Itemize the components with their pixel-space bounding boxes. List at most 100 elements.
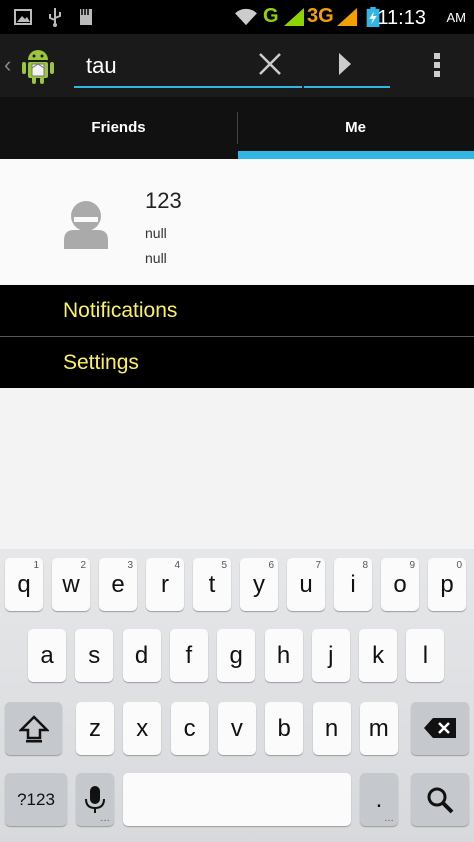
key-t-hint: 5 [221,560,227,571]
status-bar: G 3G 11:13 AM [0,0,474,34]
key-o[interactable]: o9 [381,558,419,611]
key-a-label: a [40,642,54,669]
key-f[interactable]: f [169,629,208,682]
menu-item-settings-label: Settings [63,351,139,374]
backspace-key[interactable] [411,702,469,755]
key-y[interactable]: y6 [240,558,278,611]
key-q-hint: 1 [33,560,39,571]
network-g-label: G [263,5,279,27]
key-j-label: j [328,642,334,669]
clock-time: 11:13 [377,7,426,29]
shift-icon [17,715,50,743]
key-o-hint: 9 [409,560,415,571]
key-j[interactable]: j [311,629,350,682]
sd-card-icon [80,9,92,25]
close-icon [259,53,281,75]
key-y-hint: 6 [268,560,274,571]
tab-me-label: Me [345,119,366,136]
key-s-label: s [88,642,101,669]
clear-search-button[interactable] [248,42,292,86]
key-s[interactable]: s [75,629,114,682]
more-vert-icon [434,53,440,77]
key-h[interactable]: h [264,629,303,682]
key-w[interactable]: w2 [52,558,90,611]
key-i[interactable]: i8 [334,558,372,611]
period-key[interactable]: .… [360,773,398,826]
key-g[interactable]: g [217,629,256,682]
tab-me[interactable]: Me [237,97,474,159]
tab-friends-label: Friends [91,119,146,136]
menu-item-settings[interactable]: Settings [0,337,474,388]
up-navigation-button[interactable]: ‹ [0,40,60,92]
tab-friends[interactable]: Friends [0,97,237,159]
key-x-label: x [136,715,149,742]
usb-icon [49,8,61,27]
profile-name: 123 [145,188,182,213]
key-g-label: g [229,642,243,669]
overflow-menu-button[interactable] [420,40,456,88]
profile-detail-2: null [145,250,167,266]
key-m[interactable]: m [359,702,398,755]
search-submit-underline [304,86,390,88]
microphone-icon [85,786,105,813]
key-h-label: h [276,642,291,669]
soft-keyboard: q 1 w 2 e 3 r 4 t 5 y 6 u 7 i 8 o 9 p 0 a s d f g h j k l z x c v b n m ?123… [0,549,474,842]
network-3g-label: 3G [307,5,334,27]
key-d-label: d [134,642,149,669]
avatar-icon [64,201,108,249]
tab-selected-indicator [238,151,474,159]
key-r[interactable]: r4 [146,558,184,611]
key-m-label: m [368,715,389,742]
key-i-hint: 8 [362,560,368,571]
key-k[interactable]: k [359,629,398,682]
signal-strength-3g-icon [337,8,357,26]
space-key[interactable] [123,773,351,826]
voice-input-hint-dots: … [100,813,110,824]
symbols-key[interactable]: ?123 [5,773,67,826]
period-key-hint: … [384,813,394,824]
key-b[interactable]: b [265,702,304,755]
key-p-hint: 0 [456,560,462,571]
android-app-icon [22,50,54,84]
key-q[interactable]: q1 [5,558,43,611]
key-p[interactable]: p0 [428,558,466,611]
key-n-label: n [324,715,339,742]
key-n[interactable]: n [312,702,351,755]
key-u[interactable]: u7 [287,558,325,611]
key-x[interactable]: x [123,702,162,755]
menu-item-notifications-label: Notifications [63,299,178,322]
clock-ampm: AM [446,10,467,25]
key-a[interactable]: a [28,629,66,682]
menu-item-notifications[interactable]: Notifications [0,285,474,336]
profile-detail-1: null [145,225,167,241]
key-b-label: b [277,715,291,742]
key-e[interactable]: e3 [99,558,137,611]
backspace-icon [424,718,456,738]
search-submit-button[interactable] [304,42,390,86]
key-f-label: f [185,642,193,669]
image-notification-icon [14,9,32,25]
shift-key[interactable] [5,702,62,755]
key-l[interactable]: l [406,629,445,682]
chevron-left-icon: ‹ [4,52,12,77]
key-d[interactable]: d [122,629,161,682]
tab-divider [237,112,238,144]
keyboard-search-key[interactable] [411,773,469,826]
key-l-label: l [422,642,429,669]
key-w-hint: 2 [80,560,86,571]
key-z-label: z [89,715,101,742]
key-c-label: c [183,715,196,742]
key-k-label: k [372,642,385,669]
key-v-label: v [230,715,243,742]
key-z[interactable]: z [76,702,114,755]
key-c[interactable]: c [170,702,209,755]
key-r-hint: 4 [174,560,180,571]
key-t[interactable]: t5 [193,558,231,611]
profile-card[interactable] [0,159,474,284]
search-input-underline [74,86,302,88]
voice-input-key[interactable]: … [76,773,114,826]
symbols-key-label: ?123 [17,790,55,809]
key-u-hint: 7 [315,560,321,571]
key-v[interactable]: v [217,702,256,755]
key-e-hint: 3 [127,560,133,571]
